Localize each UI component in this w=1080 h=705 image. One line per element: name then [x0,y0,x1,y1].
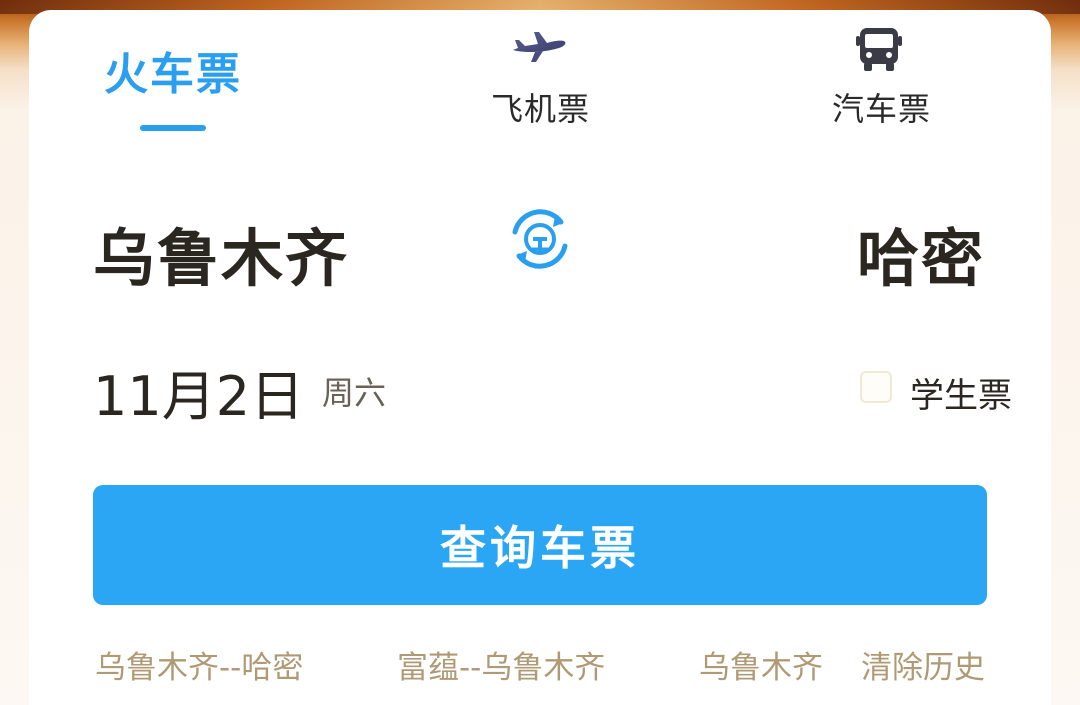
student-ticket-checkbox[interactable] [860,371,892,403]
departure-station[interactable]: 乌鲁木齐 [93,208,349,298]
railway-swap-icon [512,209,568,269]
tab-bus-label: 汽车票 [832,90,932,128]
history-item[interactable]: 乌鲁木齐--哈密 [95,642,303,687]
search-tickets-button[interactable]: 查询车票 [93,485,987,605]
swap-stations-button[interactable] [503,202,577,276]
date-selector[interactable]: 11月2日 周六 学生票 [93,350,1012,430]
ticket-type-tabs: 火车票 飞机票 汽车票 [29,10,1051,150]
history-item[interactable]: 富蕴--乌鲁木齐 [397,642,605,687]
tab-plane-label: 飞机票 [491,90,591,128]
bus-icon [856,28,902,71]
tab-plane-ticket[interactable]: 飞机票 [459,10,649,150]
student-ticket-toggle[interactable]: 学生票 [860,368,1020,416]
airplane-icon [513,32,566,62]
tab-train-label: 火车票 [104,49,242,100]
student-ticket-label: 学生票 [910,376,1012,416]
tab-train-ticket[interactable]: 火车票 [79,10,269,150]
departure-date: 11月2日 [93,365,305,428]
history-item[interactable]: 乌鲁木齐 [699,642,823,687]
active-tab-indicator [140,125,206,131]
ticket-search-card: 火车票 飞机票 汽车票 乌鲁木齐 哈密 11月2日 周六 学生票 查询车票 乌鲁… [29,10,1051,705]
arrival-station[interactable]: 哈密 [857,208,985,298]
clear-history-button[interactable]: 清除历史 [861,642,985,687]
departure-weekday: 周六 [322,374,387,412]
tab-bus-ticket[interactable]: 汽车票 [799,10,989,150]
